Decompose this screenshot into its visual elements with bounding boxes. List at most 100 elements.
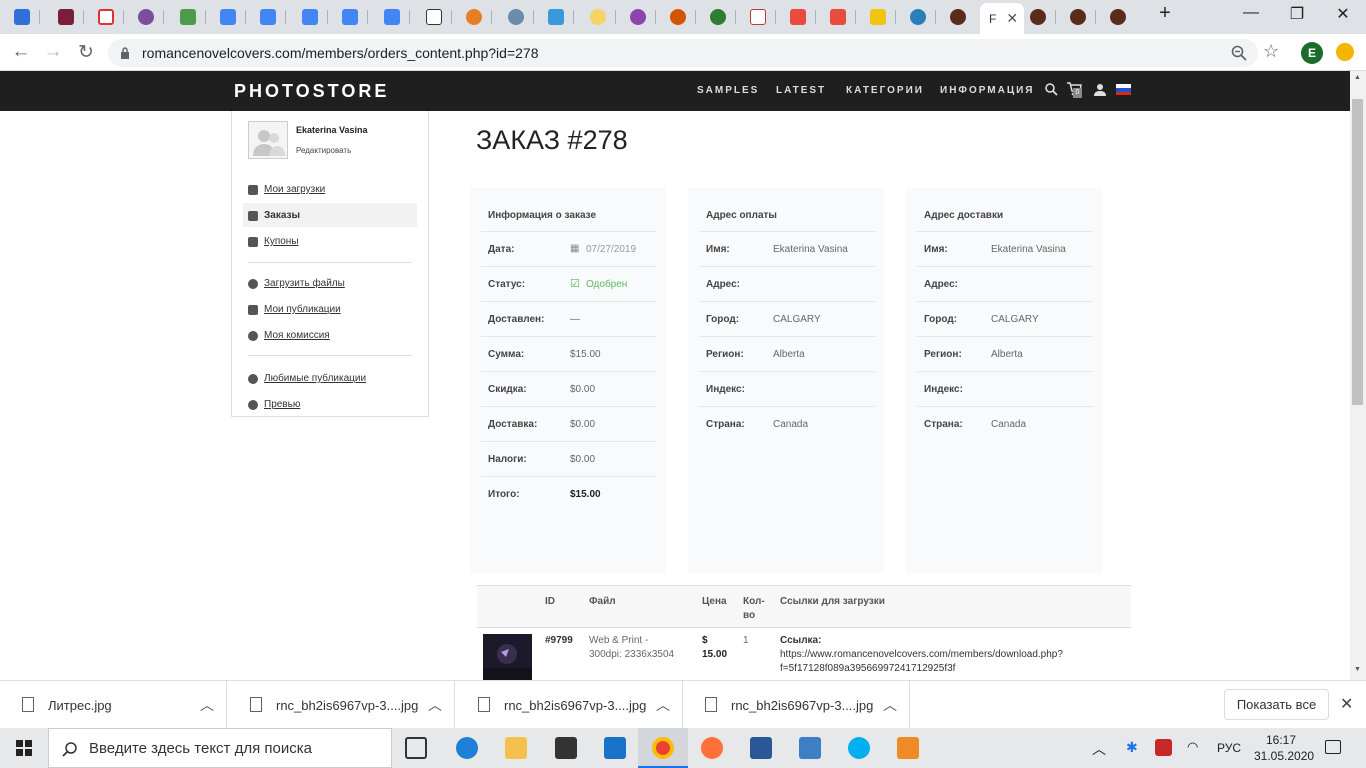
tab-24[interactable]: [940, 5, 976, 29]
russian-flag-icon[interactable]: [1116, 84, 1131, 95]
sidebar-item-coupons[interactable]: Купоны: [248, 236, 299, 247]
sidebar-item-publications[interactable]: Мои публикации: [248, 304, 341, 315]
tab-5[interactable]: [170, 5, 206, 29]
security-tray-icon[interactable]: [1155, 739, 1172, 756]
sidebar-item-favorites[interactable]: Любимые публикации: [248, 373, 366, 384]
new-tab-icon[interactable]: +: [1142, 2, 1188, 25]
row-label: Итого:: [488, 489, 520, 500]
search-icon[interactable]: [1045, 83, 1058, 96]
close-icon[interactable]: ✕: [1006, 10, 1018, 27]
edge-icon[interactable]: [456, 737, 478, 759]
info-row: Город: CALGARY: [699, 301, 875, 336]
edit-profile-link[interactable]: Редактировать: [296, 146, 351, 155]
nav-latest[interactable]: LATEST: [776, 85, 826, 96]
extension-icon[interactable]: [1336, 43, 1354, 61]
tab-12[interactable]: [456, 5, 492, 29]
reload-icon[interactable]: ↻: [73, 40, 99, 64]
back-icon[interactable]: ←: [8, 40, 34, 64]
tab-13[interactable]: [498, 5, 534, 29]
tab-10[interactable]: [374, 5, 410, 29]
tab-18[interactable]: [700, 5, 736, 29]
sidebar-item-downloads[interactable]: Мои загрузки: [248, 184, 325, 195]
download-item[interactable]: rnc_bh2is6967vp-3....jpg ︿: [228, 681, 455, 729]
tab-4[interactable]: [128, 5, 164, 29]
tab-23[interactable]: [900, 5, 936, 29]
bookmark-star-icon[interactable]: ☆: [1263, 41, 1279, 62]
tab-20[interactable]: [780, 5, 816, 29]
window-close-icon[interactable]: ✕: [1320, 4, 1366, 24]
taskbar-search-input[interactable]: Введите здесь текст для поиска: [48, 728, 392, 768]
tab-28[interactable]: [1100, 5, 1136, 29]
download-item[interactable]: Литрес.jpg ︿: [0, 681, 227, 729]
chrome-icon[interactable]: [652, 737, 674, 759]
sidebar-item-preview[interactable]: Превью: [248, 399, 300, 410]
profile-avatar[interactable]: E: [1301, 42, 1323, 64]
show-all-button[interactable]: Показать все: [1224, 689, 1329, 720]
minimize-icon[interactable]: —: [1228, 4, 1274, 22]
store-icon[interactable]: [555, 737, 577, 759]
clock-date[interactable]: 31.05.2020: [1254, 749, 1314, 763]
tab-26[interactable]: [1020, 5, 1056, 29]
tab-6[interactable]: [210, 5, 246, 29]
download-item[interactable]: rnc_bh2is6967vp-3....jpg ︿: [683, 681, 910, 729]
tab-8[interactable]: [292, 5, 328, 29]
nav-categories[interactable]: КАТЕГОРИИ: [846, 85, 924, 96]
forward-icon[interactable]: →: [40, 40, 66, 64]
file-explorer-icon[interactable]: [505, 737, 527, 759]
media-player-icon[interactable]: [897, 737, 919, 759]
sidebar-item-upload[interactable]: Загрузить файлы: [248, 278, 345, 289]
tab-16[interactable]: [620, 5, 656, 29]
chevron-up-icon[interactable]: ︿: [200, 695, 214, 715]
tab-22[interactable]: [860, 5, 896, 29]
tab-1[interactable]: [4, 5, 40, 29]
row-label: Адрес:: [706, 279, 740, 290]
tray-chevron-icon[interactable]: ︿: [1092, 739, 1106, 759]
scroll-down-icon[interactable]: ▼: [1354, 666, 1361, 673]
tab-27[interactable]: [1060, 5, 1096, 29]
skype-icon[interactable]: [848, 737, 870, 759]
nav-samples[interactable]: SAMPLES: [697, 85, 759, 96]
wifi-icon[interactable]: ◠: [1187, 739, 1198, 755]
mail-icon[interactable]: [604, 737, 626, 759]
tab-21[interactable]: [820, 5, 856, 29]
tab-17[interactable]: [660, 5, 696, 29]
user-icon[interactable]: [1094, 83, 1106, 96]
download-link-1[interactable]: https://www.romancenovelcovers.com/membe…: [780, 648, 1063, 662]
tab-15[interactable]: [580, 5, 616, 29]
chevron-up-icon[interactable]: ︿: [883, 695, 897, 715]
tab-14[interactable]: [538, 5, 574, 29]
tab-2[interactable]: [48, 5, 84, 29]
item-thumbnail[interactable]: [483, 634, 532, 680]
task-view-icon[interactable]: [405, 737, 427, 759]
download-link-2[interactable]: f=5f17128f089a39566997241712925f3f: [780, 662, 955, 676]
clock-time[interactable]: 16:17: [1266, 733, 1296, 747]
restore-icon[interactable]: ❐: [1274, 4, 1320, 24]
sidebar-item-commission[interactable]: Моя комиссия: [248, 330, 330, 341]
start-button[interactable]: [0, 728, 48, 768]
app-icon: [910, 9, 926, 25]
chevron-up-icon[interactable]: ︿: [656, 695, 670, 715]
tab-9[interactable]: [332, 5, 368, 29]
site-logo[interactable]: PHOTOSTORE: [234, 81, 389, 102]
zoom-icon[interactable]: [1231, 45, 1247, 61]
bluetooth-icon[interactable]: ✱: [1126, 739, 1138, 756]
cart-count-badge: 0: [1073, 88, 1082, 98]
notifications-icon[interactable]: [1325, 740, 1341, 754]
sidebar-item-orders[interactable]: Заказы: [248, 210, 300, 221]
firefox-icon[interactable]: [701, 737, 723, 759]
scrollbar-thumb[interactable]: [1352, 99, 1363, 405]
nav-information[interactable]: ИНФОРМАЦИЯ: [940, 85, 1035, 96]
active-tab[interactable]: F ✕: [980, 3, 1024, 34]
download-item[interactable]: rnc_bh2is6967vp-3....jpg ︿: [456, 681, 683, 729]
tab-3[interactable]: [88, 5, 124, 29]
scroll-up-icon[interactable]: ▲: [1354, 74, 1361, 81]
tab-19[interactable]: [740, 5, 776, 29]
tab-7[interactable]: [250, 5, 286, 29]
chevron-up-icon[interactable]: ︿: [428, 695, 442, 715]
audio-app-icon[interactable]: [799, 737, 821, 759]
language-indicator[interactable]: РУС: [1217, 741, 1241, 755]
address-bar[interactable]: romancenovelcovers.com/members/orders_co…: [108, 39, 1258, 67]
tab-11[interactable]: [416, 5, 452, 29]
close-icon[interactable]: ✕: [1340, 694, 1353, 714]
word-icon[interactable]: [750, 737, 772, 759]
